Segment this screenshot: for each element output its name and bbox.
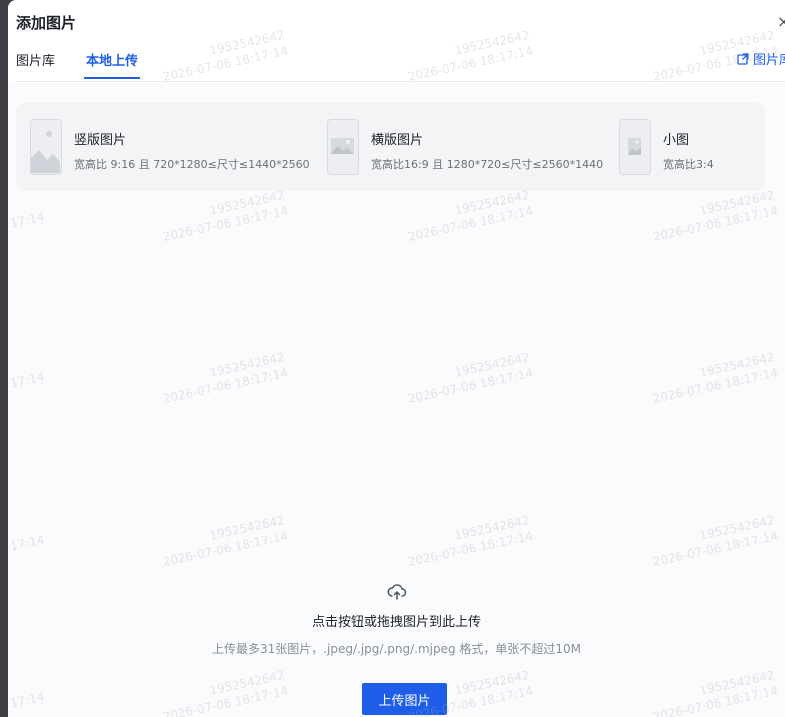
close-icon[interactable]: ×: [777, 12, 785, 30]
dialog-title: 添加图片: [16, 14, 77, 32]
tab-local-upload[interactable]: 本地上传: [86, 50, 138, 69]
tab-bar: 图片库 本地上传 图片库: [16, 46, 785, 82]
external-link-icon: [737, 52, 749, 65]
spec-landscape: 横版图片 宽高比16:9 且 1280*720≤尺寸≤2560*1440: [327, 119, 603, 175]
small-image-icon: [619, 119, 651, 175]
spec-small-desc: 宽高比3:4: [663, 158, 714, 171]
spec-landscape-name: 横版图片: [371, 133, 424, 148]
spec-portrait: 竖版图片 宽高比 9:16 且 720*1280≤尺寸≤1440*2560: [30, 119, 310, 175]
drop-zone[interactable]: 点击按钮或拖拽图片到此上传 上传最多31张图片，.jpeg/.jpg/.png/…: [8, 583, 785, 657]
portrait-image-icon: [30, 119, 62, 175]
upload-image-button[interactable]: 上传图片: [362, 683, 447, 715]
active-tab-indicator: [84, 77, 140, 79]
landscape-image-icon: [327, 119, 359, 175]
spec-small: 小图 宽高比3:4: [619, 119, 714, 175]
spec-portrait-desc: 宽高比 9:16 且 720*1280≤尺寸≤1440*2560: [74, 158, 310, 171]
upload-format-hint: 上传最多31张图片，.jpeg/.jpg/.png/.mjpeg 格式，单张不超…: [211, 642, 582, 656]
tab-image-library[interactable]: 图片库: [16, 50, 55, 69]
spec-portrait-name: 竖版图片: [74, 133, 127, 148]
image-library-link[interactable]: 图片库: [737, 49, 785, 68]
spec-small-name: 小图: [663, 133, 690, 148]
cloud-upload-icon: [387, 584, 406, 600]
add-image-dialog: 添加图片 × 图片库 本地上传 图片库 竖版图片: [8, 0, 785, 717]
image-spec-panel: 竖版图片 宽高比 9:16 且 720*1280≤尺寸≤1440*2560 横版…: [16, 103, 765, 191]
image-library-link-label: 图片库: [753, 53, 785, 68]
upload-panel: 竖版图片 宽高比 9:16 且 720*1280≤尺寸≤1440*2560 横版…: [8, 83, 785, 717]
upload-instruction: 点击按钮或拖拽图片到此上传: [311, 615, 481, 630]
spec-landscape-desc: 宽高比16:9 且 1280*720≤尺寸≤2560*1440: [371, 158, 604, 171]
